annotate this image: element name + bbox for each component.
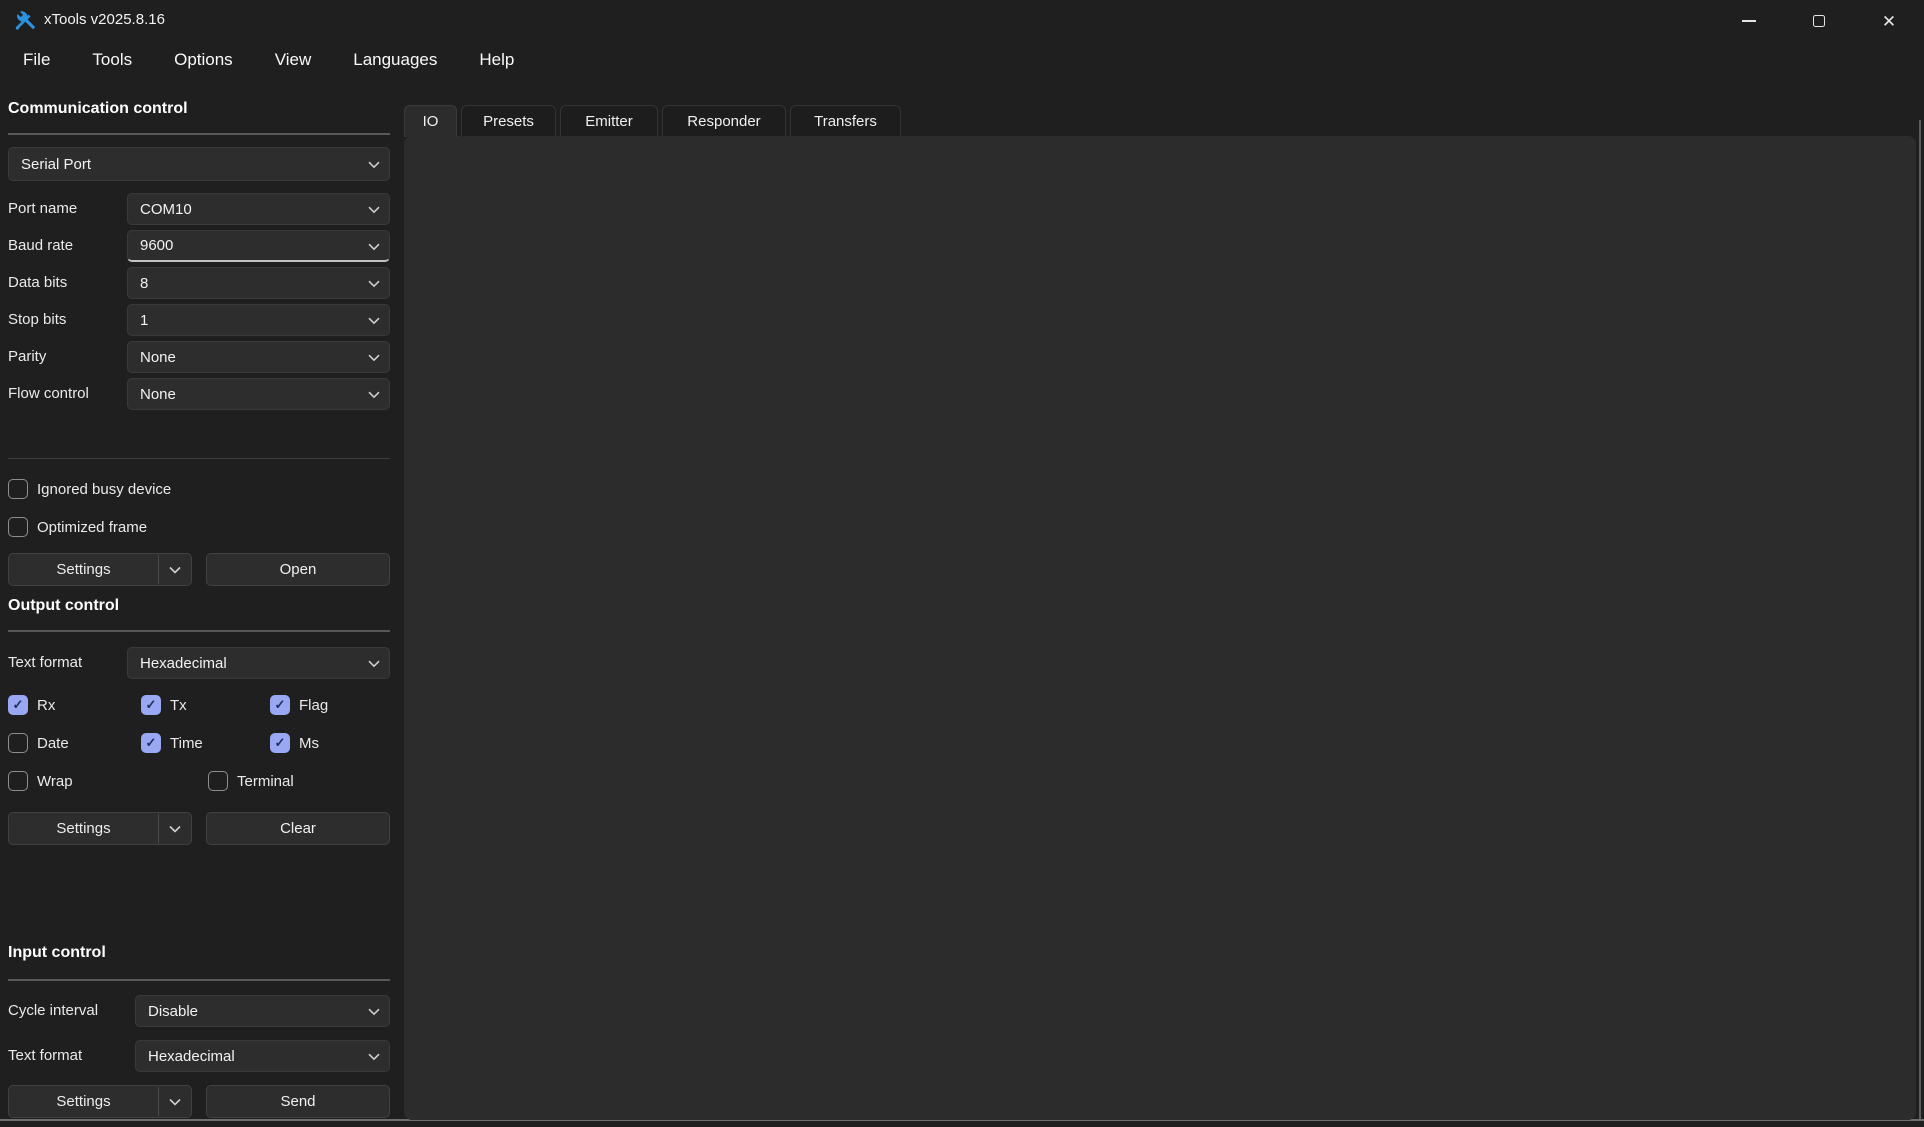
chevron-down-icon bbox=[368, 161, 380, 169]
tab-transfers[interactable]: Transfers bbox=[790, 105, 901, 136]
data-bits-label: Data bits bbox=[8, 267, 67, 299]
menu-bar: File Tools Options View Languages Help bbox=[2, 42, 535, 78]
tab-presets[interactable]: Presets bbox=[461, 105, 556, 136]
output-text-format-label: Text format bbox=[8, 647, 82, 679]
chevron-down-icon bbox=[368, 317, 380, 325]
checkbox-box bbox=[8, 517, 28, 537]
menu-options[interactable]: Options bbox=[153, 42, 254, 78]
rx-checkbox[interactable]: Rx bbox=[8, 694, 55, 716]
stop-bits-select[interactable]: 1 bbox=[127, 304, 390, 336]
title-bar: xTools v2025.8.16 ✕ bbox=[0, 0, 1924, 40]
window-controls: ✕ bbox=[1714, 0, 1924, 42]
menu-languages[interactable]: Languages bbox=[332, 42, 458, 78]
chevron-down-icon bbox=[368, 354, 380, 362]
ms-checkbox[interactable]: Ms bbox=[270, 732, 319, 754]
checkbox-box bbox=[8, 479, 28, 499]
checkbox-box bbox=[8, 771, 28, 791]
flow-control-label: Flow control bbox=[8, 378, 89, 410]
close-button[interactable]: ✕ bbox=[1854, 0, 1924, 42]
io-page bbox=[404, 136, 1916, 1120]
chevron-down-icon bbox=[368, 242, 380, 250]
input-control-heading: Input control bbox=[8, 944, 106, 962]
baud-rate-label: Baud rate bbox=[8, 230, 73, 262]
chevron-down-icon bbox=[368, 1053, 380, 1061]
chevron-down-icon bbox=[368, 1008, 380, 1016]
chevron-down-icon[interactable] bbox=[159, 813, 191, 844]
window-right-edge bbox=[1919, 120, 1921, 1119]
date-checkbox[interactable]: Date bbox=[8, 732, 69, 754]
optimized-frame-checkbox[interactable]: Optimized frame bbox=[8, 516, 147, 538]
app-logo-tools-icon bbox=[13, 8, 37, 32]
terminal-checkbox[interactable]: Terminal bbox=[208, 770, 294, 792]
time-checkbox[interactable]: Time bbox=[141, 732, 203, 754]
separator bbox=[8, 133, 390, 135]
checkbox-box bbox=[8, 733, 28, 753]
close-icon: ✕ bbox=[1882, 13, 1896, 30]
data-bits-select[interactable]: 8 bbox=[127, 267, 390, 299]
ignored-busy-device-checkbox[interactable]: Ignored busy device bbox=[8, 478, 171, 500]
minimize-button[interactable] bbox=[1714, 0, 1784, 42]
checkbox-box bbox=[141, 733, 161, 753]
chevron-down-icon bbox=[368, 660, 380, 668]
parity-label: Parity bbox=[8, 341, 46, 373]
checkbox-box bbox=[141, 695, 161, 715]
flow-control-select[interactable]: None bbox=[127, 378, 390, 410]
chevron-down-icon[interactable] bbox=[159, 1086, 191, 1117]
cycle-interval-select[interactable]: Disable bbox=[135, 995, 390, 1027]
tab-responder[interactable]: Responder bbox=[662, 105, 786, 136]
separator bbox=[8, 979, 390, 981]
maximize-button[interactable] bbox=[1784, 0, 1854, 42]
output-settings-split-button[interactable]: Settings bbox=[8, 812, 192, 845]
minimize-icon bbox=[1742, 20, 1756, 22]
stop-bits-label: Stop bits bbox=[8, 304, 66, 336]
menu-file[interactable]: File bbox=[2, 42, 71, 78]
input-text-format-select[interactable]: Hexadecimal bbox=[135, 1040, 390, 1072]
checkbox-box bbox=[270, 695, 290, 715]
separator bbox=[8, 458, 390, 459]
device-type-select[interactable]: Serial Port bbox=[8, 147, 390, 181]
chevron-down-icon bbox=[368, 280, 380, 288]
separator bbox=[8, 630, 390, 632]
wrap-checkbox[interactable]: Wrap bbox=[8, 770, 73, 792]
tab-emitter[interactable]: Emitter bbox=[560, 105, 658, 136]
open-button[interactable]: Open bbox=[206, 553, 390, 586]
menu-tools[interactable]: Tools bbox=[71, 42, 153, 78]
chevron-down-icon bbox=[368, 391, 380, 399]
window-title: xTools v2025.8.16 bbox=[44, 11, 165, 28]
input-text-format-label: Text format bbox=[8, 1040, 82, 1072]
chevron-down-icon[interactable] bbox=[159, 554, 191, 585]
checkbox-box bbox=[270, 733, 290, 753]
communication-control-heading: Communication control bbox=[8, 100, 188, 118]
tx-checkbox[interactable]: Tx bbox=[141, 694, 187, 716]
output-text-format-select[interactable]: Hexadecimal bbox=[127, 647, 390, 679]
input-settings-split-button[interactable]: Settings bbox=[8, 1085, 192, 1118]
output-control-heading: Output control bbox=[8, 597, 119, 615]
checkbox-box bbox=[208, 771, 228, 791]
menu-view[interactable]: View bbox=[254, 42, 333, 78]
app-window: xTools v2025.8.16 ✕ File Tools Options V… bbox=[0, 0, 1924, 1127]
port-name-select[interactable]: COM10 bbox=[127, 193, 390, 225]
maximize-icon bbox=[1813, 15, 1825, 27]
clear-button[interactable]: Clear bbox=[206, 812, 390, 845]
menu-help[interactable]: Help bbox=[458, 42, 535, 78]
chevron-down-icon bbox=[368, 206, 380, 214]
tab-io[interactable]: IO bbox=[404, 105, 457, 137]
parity-select[interactable]: None bbox=[127, 341, 390, 373]
send-button[interactable]: Send bbox=[206, 1085, 390, 1118]
checkbox-box bbox=[8, 695, 28, 715]
comm-settings-split-button[interactable]: Settings bbox=[8, 553, 192, 586]
baud-rate-select[interactable]: 9600 bbox=[127, 230, 390, 262]
cycle-interval-label: Cycle interval bbox=[8, 995, 98, 1027]
port-name-label: Port name bbox=[8, 193, 77, 225]
flag-checkbox[interactable]: Flag bbox=[270, 694, 328, 716]
